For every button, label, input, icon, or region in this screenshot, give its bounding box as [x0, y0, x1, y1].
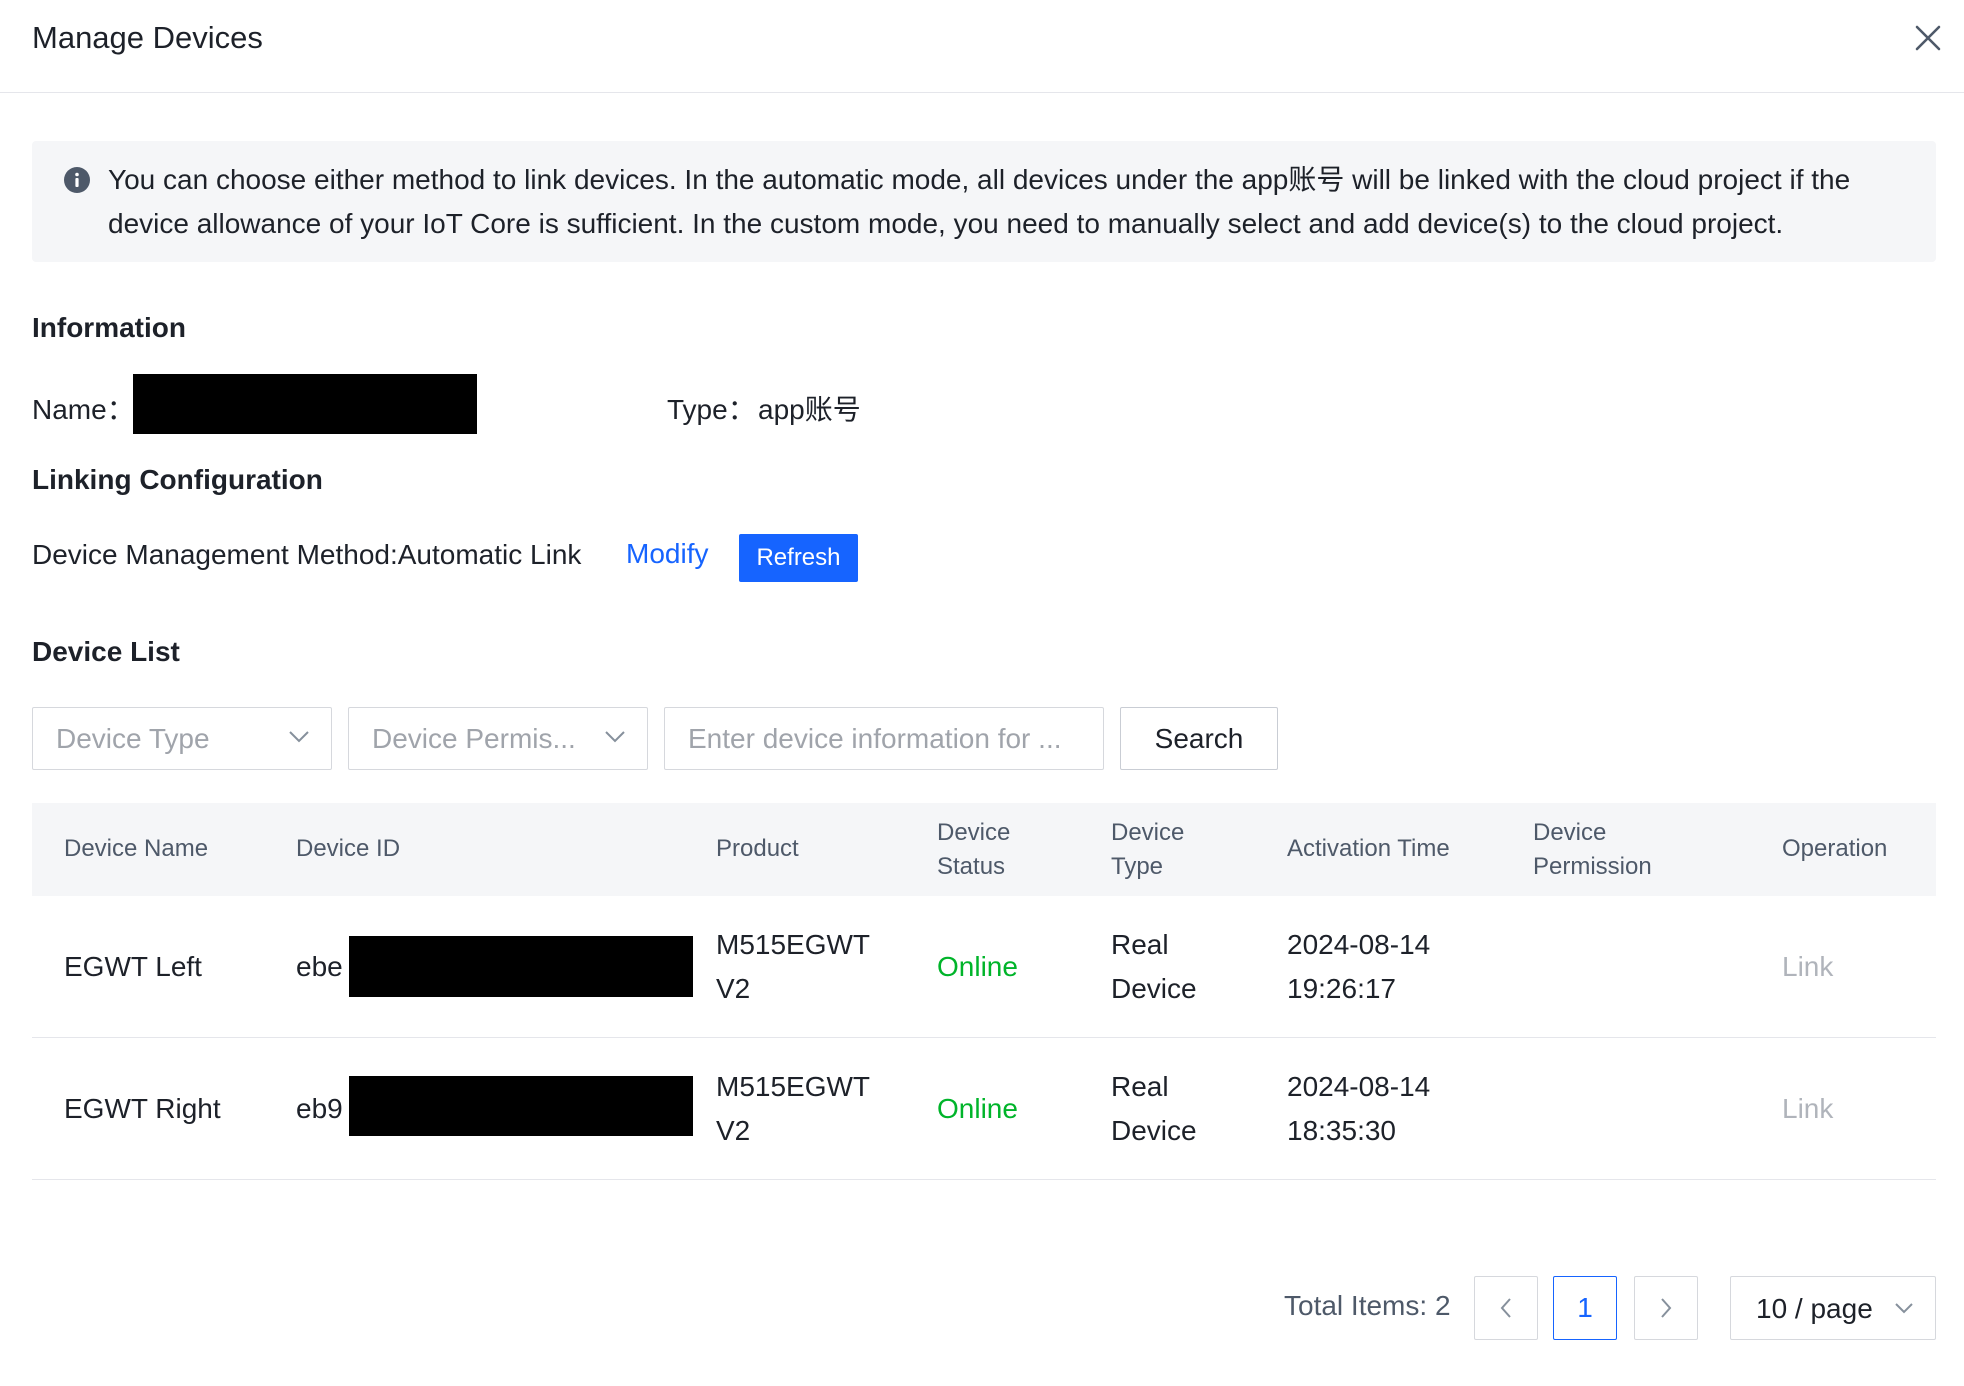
redacted-device-id [349, 1076, 693, 1136]
product: M515EGWT V2 [716, 923, 870, 1011]
linking-configuration-heading: Linking Configuration [32, 464, 323, 495]
activation-date: 2024-08-14 [1287, 929, 1431, 960]
column-device-permission: Device Permission [1533, 816, 1652, 884]
activation-date: 2024-08-14 [1287, 1071, 1431, 1102]
device-type: Real Device [1111, 923, 1197, 1011]
status-online: Online [937, 1093, 1018, 1124]
modify-link[interactable]: Modify [626, 538, 708, 570]
column-device-name: Device Name [64, 835, 209, 862]
column-device-permission-line1: Device [1533, 819, 1607, 846]
table-row: EGWT Right eb9 M515EGWT V2 Online Real D… [32, 1038, 1936, 1180]
chevron-down-icon [289, 731, 309, 743]
device-type-line1: Real [1111, 929, 1169, 960]
device-type-line2: Device [1111, 1115, 1197, 1146]
page-size-select[interactable]: 10 / page [1730, 1276, 1936, 1340]
device-name: EGWT Left [64, 951, 202, 982]
activation-clock: 19:26:17 [1287, 973, 1396, 1004]
column-device-id: Device ID [296, 835, 401, 862]
device-id: eb9 [296, 1093, 343, 1124]
page-button[interactable]: 1 [1553, 1276, 1617, 1340]
dialog-header: Manage Devices [0, 0, 1964, 93]
table-header: Device Name Device ID Product Device Sta… [32, 803, 1936, 896]
device-management-method: Device Management Method:Automatic Link [32, 539, 582, 570]
chevron-down-icon [605, 731, 625, 743]
column-activation-time: Activation Time [1287, 835, 1450, 862]
column-device-type: Device Type [1111, 816, 1184, 884]
device-type-line2: Device [1111, 973, 1197, 1004]
device-search-input[interactable] [664, 707, 1104, 770]
device-type-placeholder: Device Type [56, 723, 210, 754]
column-device-status-line2: Status [937, 853, 1006, 880]
link-action[interactable]: Link [1782, 1087, 1833, 1131]
dialog-title: Manage Devices [32, 20, 263, 55]
device-list-heading: Device List [32, 636, 180, 667]
column-device-permission-line2: Permission [1533, 853, 1652, 880]
chevron-right-icon [1661, 1298, 1672, 1318]
redacted-name [133, 374, 477, 434]
device-id: ebe [296, 951, 343, 982]
prev-page-button[interactable] [1474, 1276, 1538, 1340]
column-product: Product [716, 835, 799, 862]
device-type-line1: Real [1111, 1071, 1169, 1102]
status-online: Online [937, 951, 1018, 982]
table-row: EGWT Left ebe M515EGWT V2 Online Real De… [32, 896, 1936, 1038]
product-line1: M515EGWT [716, 929, 871, 960]
total-items: Total Items: 2 [1284, 1290, 1451, 1321]
device-type: Real Device [1111, 1065, 1197, 1153]
information-heading: Information [32, 312, 186, 343]
search-button[interactable]: Search [1120, 707, 1278, 770]
product-line2: V2 [716, 1115, 751, 1146]
notice-text: You can choose either method to link dev… [108, 164, 1851, 239]
chevron-left-icon [1500, 1298, 1511, 1318]
activation-time: 2024-08-14 19:26:17 [1287, 923, 1430, 1011]
refresh-button[interactable]: Refresh [739, 534, 858, 582]
activation-time: 2024-08-14 18:35:30 [1287, 1065, 1430, 1153]
next-page-button[interactable] [1634, 1276, 1698, 1340]
close-icon[interactable] [1912, 22, 1944, 54]
type-label: Type： [667, 394, 756, 425]
column-device-type-line2: Type [1111, 853, 1164, 880]
device-name: EGWT Right [64, 1093, 221, 1124]
info-notice: You can choose either method to link dev… [32, 141, 1936, 262]
device-permission-select[interactable]: Device Permis... [348, 707, 648, 770]
redacted-device-id [349, 936, 693, 997]
info-icon [64, 167, 90, 193]
column-device-status-line1: Device [937, 819, 1011, 846]
device-type-select[interactable]: Device Type [32, 707, 332, 770]
column-device-status: Device Status [937, 816, 1010, 884]
chevron-down-icon [1895, 1303, 1913, 1314]
device-permission-placeholder: Device Permis... [372, 723, 576, 754]
type-value: app账号 [758, 394, 861, 425]
column-operation: Operation [1782, 835, 1888, 862]
link-action[interactable]: Link [1782, 945, 1833, 989]
activation-clock: 18:35:30 [1287, 1115, 1396, 1146]
product-line1: M515EGWT [716, 1071, 871, 1102]
page-size-value: 10 / page [1756, 1293, 1873, 1324]
product: M515EGWT V2 [716, 1065, 870, 1153]
name-label: Name： [32, 394, 135, 425]
column-device-type-line1: Device [1111, 819, 1185, 846]
product-line2: V2 [716, 973, 751, 1004]
